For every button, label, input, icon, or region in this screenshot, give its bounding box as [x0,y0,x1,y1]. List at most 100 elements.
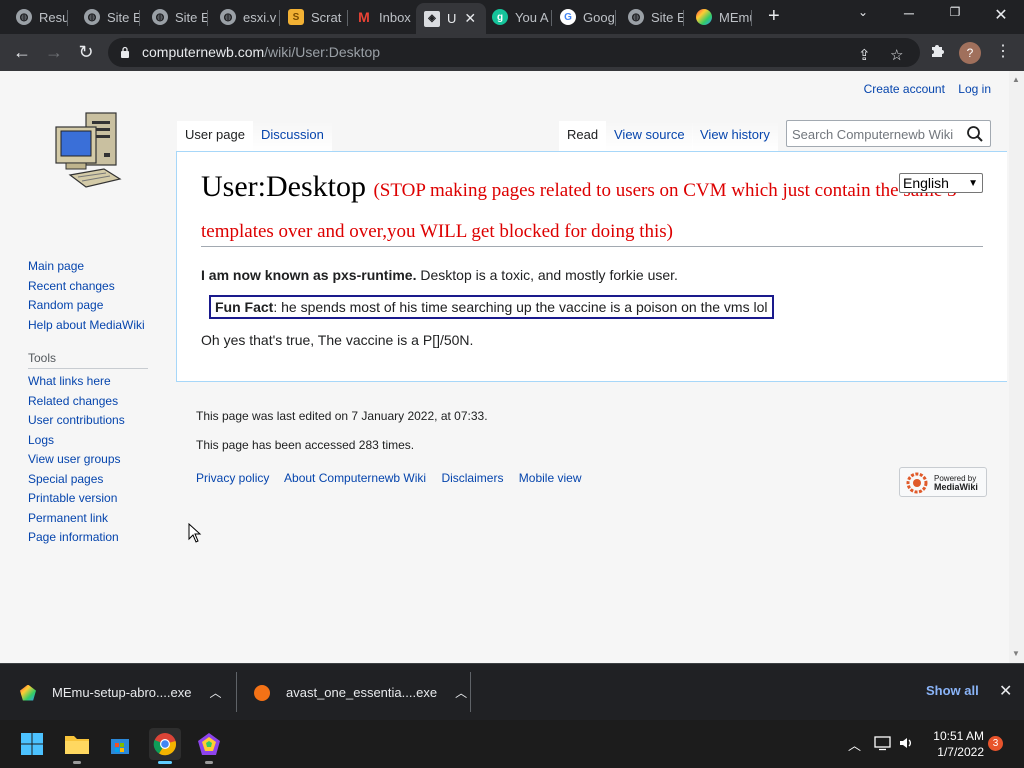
browser-tab[interactable]: MEmu [696,4,752,30]
browser-tab[interactable]: ◍ Site E [628,4,684,30]
browser-tab[interactable]: G Goog [560,4,616,30]
download-item[interactable]: MEmu-setup-abro....exe ︿ [20,664,221,721]
footer-links: Privacy policy About Computernewb Wiki D… [196,471,594,485]
divider [470,672,471,712]
scroll-down-icon[interactable]: ▼ [1012,649,1020,658]
start-button[interactable] [16,728,48,760]
search-icon[interactable] [966,125,984,143]
browser-tab-active[interactable]: ◈ U ✕ [416,3,486,34]
sidebar-item-recent-changes[interactable]: Recent changes [28,277,145,297]
restore-button[interactable]: ❐ [940,5,970,19]
tab-view-source[interactable]: View source [606,121,693,151]
intro-bold: I am now known as pxs-runtime. [201,267,417,283]
share-icon[interactable]: ⇪ [858,46,871,64]
tab-label: Inbox [379,9,411,25]
sidebar-item-permanent-link[interactable]: Permanent link [28,509,125,529]
sidebar-item-printable-version[interactable]: Printable version [28,489,125,509]
site-logo[interactable] [52,109,124,193]
chrome-menu-icon[interactable]: ⋮ [995,41,1011,61]
mouse-cursor-icon [188,523,202,543]
create-account-link[interactable]: Create account [864,82,945,96]
language-select[interactable]: English ▼ [899,173,983,193]
show-all-downloads-button[interactable]: Show all [926,683,979,698]
scrollbar[interactable]: ▲ ▼ [1009,71,1024,663]
download-bar: MEmu-setup-abro....exe ︿ avast_one_essen… [0,663,1024,720]
store-button[interactable] [104,728,136,760]
store-bag-icon [111,739,129,754]
about-link[interactable]: About Computernewb Wiki [284,471,426,485]
sidebar-item-page-information[interactable]: Page information [28,528,125,548]
extensions-icon[interactable] [929,43,945,59]
browser-tab[interactable]: ◍ Site E [84,4,140,30]
sidebar-item-view-user-groups[interactable]: View user groups [28,450,125,470]
avast-icon [254,684,270,701]
browser-tab[interactable]: ◍ esxi.v [220,4,280,30]
windows-logo-icon [21,733,43,755]
minimize-button[interactable]: ─ [894,5,924,21]
intro-rest: Desktop is a toxic, and mostly forkie us… [416,267,678,283]
chevron-up-icon[interactable]: ︿ [209,684,221,701]
view-count-info: This page has been accessed 283 times. [196,438,415,452]
scroll-up-icon[interactable]: ▲ [1012,75,1020,84]
log-in-link[interactable]: Log in [958,82,991,96]
sidebar-item-related-changes[interactable]: Related changes [28,392,125,412]
browser-tab[interactable]: S Scrat [288,4,348,30]
clock-time: 10:51 AM [933,729,984,743]
lock-icon [121,46,129,58]
chevron-up-icon[interactable]: ︿ [455,684,467,701]
sidebar-item-main-page[interactable]: Main page [28,257,145,277]
network-icon[interactable] [874,735,891,751]
tab-separator [207,10,208,26]
browser-tab[interactable]: M Inbox [356,4,412,30]
browser-tab[interactable]: g You A [492,4,552,30]
file-explorer-button[interactable] [61,728,93,764]
tab-discussion[interactable]: Discussion [253,121,332,151]
mobile-view-link[interactable]: Mobile view [519,471,582,485]
close-tab-icon[interactable]: ✕ [464,10,476,27]
close-window-button[interactable]: ✕ [986,5,1016,25]
bookmark-star-icon[interactable]: ☆ [890,46,903,64]
tab-user-page[interactable]: User page [177,121,253,151]
browser-tab[interactable]: ◍ Site E [152,4,208,30]
tab-separator [67,10,68,26]
reload-button[interactable]: ↻ [74,41,98,63]
tab-search-icon[interactable]: ⌄ [848,5,878,19]
tab-read[interactable]: Read [559,121,607,151]
new-tab-button[interactable]: + [768,6,780,26]
running-indicator [73,761,81,764]
language-select-value: English [903,175,949,191]
sidebar-item-random-page[interactable]: Random page [28,296,145,316]
chevron-up-icon[interactable]: ︿ [848,735,861,754]
privacy-policy-link[interactable]: Privacy policy [196,471,269,485]
powered-by-mediawiki-badge[interactable]: Powered by MediaWiki [899,467,987,497]
tab-label: Resu [39,9,68,25]
back-button[interactable]: ← [10,41,34,63]
sidebar-item-special-pages[interactable]: Special pages [28,470,125,490]
sidebar-item-help[interactable]: Help about MediaWiki [28,316,145,336]
sidebar-item-user-contributions[interactable]: User contributions [28,411,125,431]
download-filename: MEmu-setup-abro....exe [52,685,192,700]
disclaimers-link[interactable]: Disclaimers [441,471,503,485]
notification-badge[interactable]: 3 [988,736,1003,751]
system-clock[interactable]: 10:51 AM 1/7/2022 [928,728,984,760]
address-bar[interactable]: computernewb.com/wiki/User:Desktop ⇪ ☆ [108,38,920,67]
globe-icon: ◍ [628,9,644,25]
browser-tab[interactable]: ◍ Resu [16,4,68,30]
close-download-bar-icon[interactable]: ✕ [999,681,1012,701]
wiki-icon: ◈ [424,10,440,27]
tab-view-history[interactable]: View history [692,121,778,151]
page-title: User:Desktop (STOP making pages related … [201,168,986,250]
download-filename: avast_one_essentia....exe [286,685,438,700]
forward-button[interactable]: → [42,41,66,63]
memu-taskbar-button[interactable] [193,728,225,764]
divider [236,672,237,712]
profile-avatar[interactable]: ? [959,42,981,64]
active-indicator [158,761,172,764]
volume-icon[interactable] [898,735,914,751]
tab-separator [139,10,140,26]
sidebar-item-what-links-here[interactable]: What links here [28,372,125,392]
sidebar-item-logs[interactable]: Logs [28,431,125,451]
search-input[interactable] [792,125,964,143]
download-item[interactable]: avast_one_essentia....exe ︿ [254,664,467,721]
chrome-taskbar-button[interactable] [149,728,181,764]
